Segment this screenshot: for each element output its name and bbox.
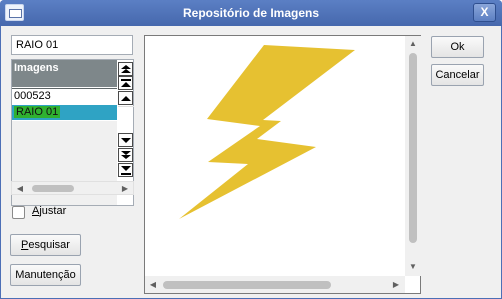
- horizontal-scroll-thumb[interactable]: [163, 281, 331, 289]
- scroll-right-arrow-icon[interactable]: ▶: [118, 183, 132, 194]
- scroll-top-button[interactable]: [118, 76, 133, 90]
- double-up-arrow-icon: [121, 65, 131, 73]
- scroll-right-arrow-icon[interactable]: ▶: [389, 278, 403, 292]
- scroll-up-button[interactable]: [118, 91, 133, 105]
- close-button[interactable]: X: [473, 3, 496, 22]
- selected-item-label: RAIO 01: [14, 106, 61, 118]
- double-down-arrow-icon: [121, 151, 131, 159]
- image-preview: ▲ ▼ ◀ ▶: [144, 35, 421, 294]
- search-button[interactable]: Pesquisar: [10, 234, 81, 256]
- cancel-button[interactable]: Cancelar: [431, 64, 484, 86]
- arrow-down-bar-icon: [121, 166, 131, 175]
- scroll-down-arrow-icon[interactable]: ▼: [406, 260, 420, 274]
- preview-horizontal-scrollbar[interactable]: ◀ ▶: [145, 276, 405, 293]
- list-header: Imagens: [12, 60, 117, 87]
- scroll-up-arrow-icon[interactable]: ▲: [406, 37, 420, 51]
- scroll-down-button[interactable]: [118, 133, 133, 147]
- arrow-down-icon: [121, 138, 131, 143]
- list-item[interactable]: 000523: [12, 89, 117, 104]
- titlebar[interactable]: Repositório de Imagens X: [0, 0, 502, 26]
- arrow-up-bar-icon: [121, 79, 131, 87]
- ok-button[interactable]: Ok: [431, 36, 484, 58]
- move-bottom-button[interactable]: [118, 163, 133, 177]
- scroll-divider: [118, 106, 134, 107]
- move-down-button[interactable]: [118, 148, 133, 162]
- preview-vertical-scrollbar[interactable]: ▲ ▼: [405, 36, 421, 276]
- scroll-thumb[interactable]: [32, 185, 74, 192]
- adjust-label[interactable]: Ajustar: [32, 205, 66, 218]
- dialog-body: RAIO 01 Imagens 000523 RAIO 01 ◀ ▶ Ajust…: [1, 26, 501, 298]
- scroll-left-arrow-icon[interactable]: ◀: [146, 278, 160, 292]
- list-horizontal-scrollbar[interactable]: ◀ ▶: [11, 181, 134, 195]
- dialog-window: Repositório de Imagens X RAIO 01 Imagens…: [0, 0, 502, 299]
- arrow-up-icon: [121, 96, 131, 101]
- list-item-selected[interactable]: RAIO 01: [12, 105, 117, 120]
- vertical-scroll-thumb[interactable]: [409, 53, 417, 243]
- lightning-bolt-icon: [179, 45, 355, 219]
- image-canvas: [147, 38, 404, 275]
- adjust-checkbox[interactable]: [12, 206, 25, 219]
- image-name-field[interactable]: RAIO 01: [11, 35, 133, 55]
- window-title: Repositório de Imagens: [182, 6, 320, 20]
- move-top-button[interactable]: [118, 62, 133, 76]
- scroll-left-arrow-icon[interactable]: ◀: [13, 183, 27, 194]
- maintenance-button[interactable]: Manutenção: [10, 264, 81, 286]
